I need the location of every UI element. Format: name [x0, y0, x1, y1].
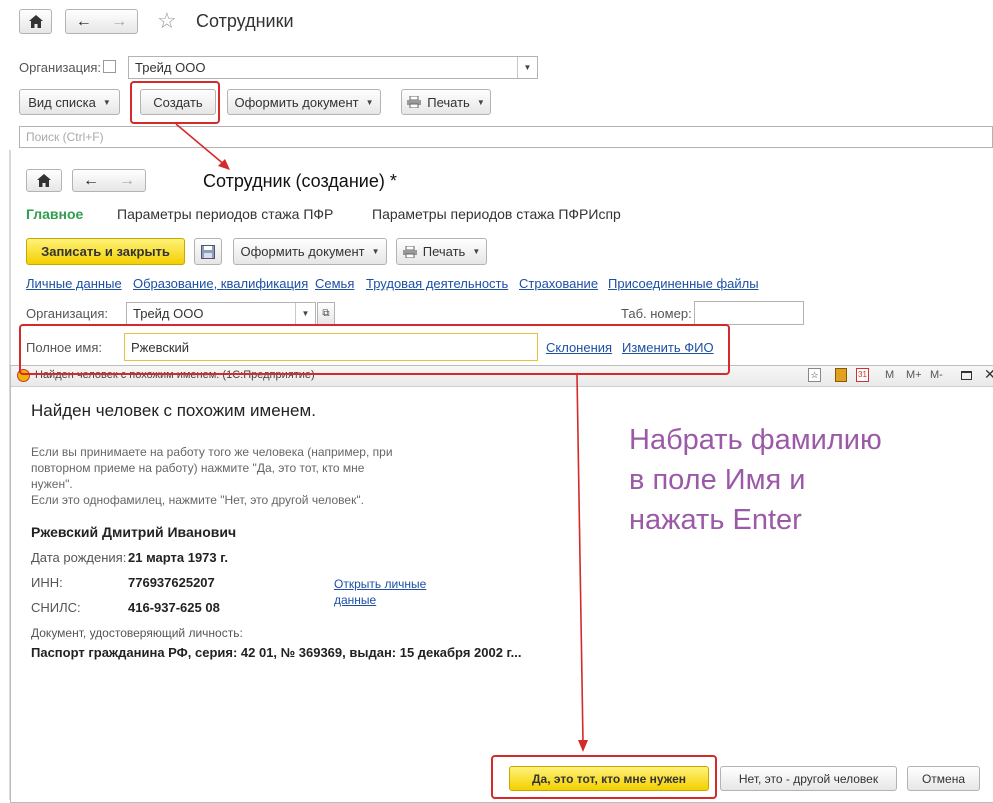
- arrow-name-to-yes: [576, 374, 584, 743]
- instruction-line: в поле Имя и: [629, 464, 806, 496]
- arrowhead: [578, 740, 588, 752]
- instruction-note: Набрать фамилию в поле Имя и нажать Ente…: [629, 420, 882, 540]
- arrow-create-to-form: [175, 123, 227, 167]
- instruction-line: нажать Enter: [629, 504, 802, 536]
- instruction-line: Набрать фамилию: [629, 424, 882, 456]
- annotation-arrows: [175, 123, 588, 752]
